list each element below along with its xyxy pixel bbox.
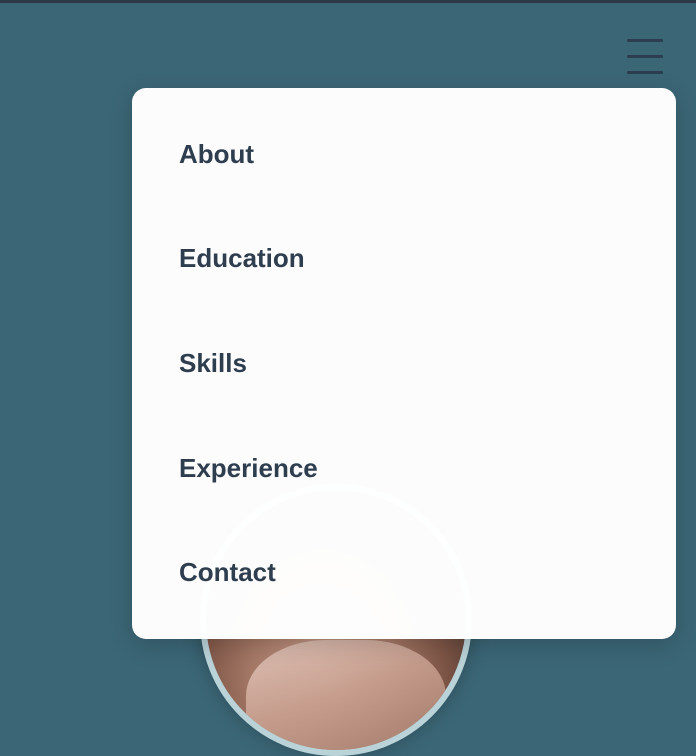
hamburger-line <box>627 55 663 58</box>
menu-item-about[interactable]: About <box>179 139 254 170</box>
menu-item-contact[interactable]: Contact <box>179 557 276 588</box>
hamburger-line <box>627 39 663 42</box>
hamburger-menu-icon[interactable] <box>626 38 664 76</box>
hamburger-line <box>627 71 663 74</box>
menu-item-education[interactable]: Education <box>179 243 305 274</box>
top-border <box>0 0 696 3</box>
menu-item-experience[interactable]: Experience <box>179 453 318 484</box>
menu-item-skills[interactable]: Skills <box>179 348 247 379</box>
nav-menu-dropdown: About Education Skills Experience Contac… <box>132 88 676 639</box>
